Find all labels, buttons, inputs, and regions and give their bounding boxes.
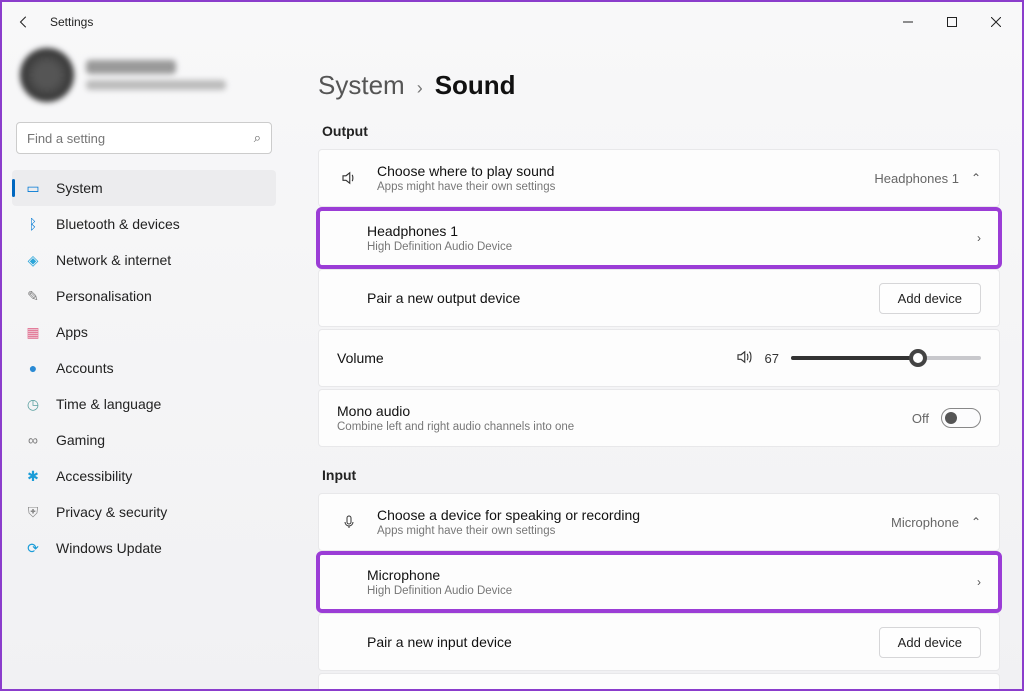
nav-system[interactable]: ▭System [12, 170, 276, 206]
nav-apps[interactable]: ▦Apps [12, 314, 276, 350]
input-selected: Microphone [891, 515, 959, 530]
accessibility-icon: ✱ [24, 467, 42, 485]
mono-toggle[interactable] [941, 408, 981, 428]
output-volume-value: 67 [765, 351, 779, 366]
maximize-button[interactable] [930, 7, 974, 37]
chevron-right-icon: › [417, 78, 423, 99]
user-profile[interactable] [12, 42, 276, 122]
shield-icon: ⛨ [24, 503, 42, 521]
input-choose-card[interactable]: Choose a device for speaking or recordin… [318, 493, 1000, 551]
user-name [86, 60, 176, 74]
nav-update[interactable]: ⟳Windows Update [12, 530, 276, 566]
bluetooth-icon: ᛒ [24, 215, 42, 233]
gamepad-icon: ∞ [24, 431, 42, 449]
main-content: System › Sound Output Choose where to pl… [282, 42, 1022, 689]
output-section-title: Output [322, 123, 1000, 139]
window-title: Settings [50, 15, 93, 29]
breadcrumb-parent[interactable]: System [318, 70, 405, 101]
search-input[interactable] [27, 131, 254, 146]
brush-icon: ✎ [24, 287, 42, 305]
chevron-up-icon: ⌃ [971, 171, 981, 185]
output-volume-slider[interactable] [791, 356, 981, 360]
output-selected: Headphones 1 [874, 171, 959, 186]
nav-list: ▭System ᛒBluetooth & devices ◈Network & … [12, 170, 276, 566]
speaker-icon[interactable] [735, 348, 753, 369]
back-button[interactable] [6, 4, 42, 40]
output-device-headphones[interactable]: Headphones 1 High Definition Audio Devic… [318, 209, 1000, 267]
page-title: Sound [435, 70, 516, 101]
avatar [20, 48, 74, 102]
chevron-up-icon: ⌃ [971, 515, 981, 529]
title-bar: Settings [2, 2, 1022, 42]
chevron-right-icon: › [977, 231, 981, 245]
user-email [86, 80, 226, 90]
search-icon: ⌕ [254, 130, 261, 146]
system-icon: ▭ [24, 179, 42, 197]
output-pair-card: Pair a new output device Add device [318, 269, 1000, 327]
input-pair-card: Pair a new input device Add device [318, 613, 1000, 671]
minimize-button[interactable] [886, 7, 930, 37]
add-output-device-button[interactable]: Add device [879, 283, 981, 314]
nav-accounts[interactable]: ●Accounts [12, 350, 276, 386]
wifi-icon: ◈ [24, 251, 42, 269]
nav-bluetooth[interactable]: ᛒBluetooth & devices [12, 206, 276, 242]
close-button[interactable] [974, 7, 1018, 37]
nav-privacy[interactable]: ⛨Privacy & security [12, 494, 276, 530]
chevron-right-icon: › [977, 575, 981, 589]
input-device-microphone[interactable]: Microphone High Definition Audio Device … [318, 553, 1000, 611]
microphone-icon [337, 513, 361, 531]
nav-time[interactable]: ◷Time & language [12, 386, 276, 422]
output-volume-card: Volume 67 [318, 329, 1000, 387]
mono-audio-card[interactable]: Mono audio Combine left and right audio … [318, 389, 1000, 447]
sidebar: ⌕ ▭System ᛒBluetooth & devices ◈Network … [2, 42, 282, 689]
search-input-wrap[interactable]: ⌕ [16, 122, 272, 154]
input-volume-card: Volume 96 [318, 673, 1000, 689]
nav-gaming[interactable]: ∞Gaming [12, 422, 276, 458]
nav-accessibility[interactable]: ✱Accessibility [12, 458, 276, 494]
person-icon: ● [24, 359, 42, 377]
update-icon: ⟳ [24, 539, 42, 557]
speaker-icon [337, 169, 361, 187]
breadcrumb: System › Sound [318, 70, 1000, 101]
apps-icon: ▦ [24, 323, 42, 341]
add-input-device-button[interactable]: Add device [879, 627, 981, 658]
mono-state: Off [912, 411, 929, 426]
nav-personalisation[interactable]: ✎Personalisation [12, 278, 276, 314]
globe-icon: ◷ [24, 395, 42, 413]
output-choose-card[interactable]: Choose where to play sound Apps might ha… [318, 149, 1000, 207]
input-section-title: Input [322, 467, 1000, 483]
nav-network[interactable]: ◈Network & internet [12, 242, 276, 278]
